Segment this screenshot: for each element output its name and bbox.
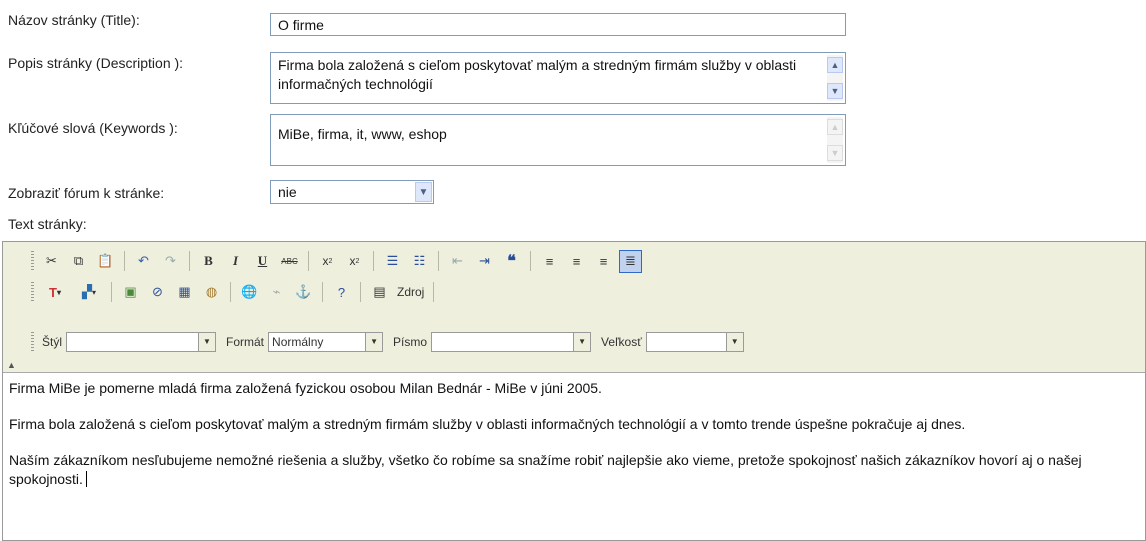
redo-icon[interactable]: ↷ xyxy=(159,250,182,273)
content-paragraph: Firma bola založená s cieľom poskytovať … xyxy=(9,416,966,432)
forum-select[interactable]: nie ▼ xyxy=(270,180,434,204)
description-scrollbar[interactable]: ▲ ▼ xyxy=(827,55,843,101)
strikethrough-icon[interactable]: ABC xyxy=(278,250,301,273)
unlink-icon[interactable]: ⌁ xyxy=(265,281,288,304)
font-combo[interactable]: Písmo ▼ xyxy=(389,332,592,352)
content-paragraph: Firma MiBe je pomerne mladá firma založe… xyxy=(9,380,602,396)
scroll-down-icon[interactable]: ▼ xyxy=(827,83,843,99)
paste-icon[interactable]: 📋 xyxy=(94,250,117,273)
toolbar-row-1: ✂ ⧉ 📋 ↶ ↷ B I U ABC x2 x2 ☰ ☷ ⇤ ⇥ ❝ ≡ ≡ … xyxy=(29,247,644,275)
description-label: Popis stránky (Description ): xyxy=(8,55,184,71)
link-icon[interactable]: 🌐 xyxy=(238,281,261,304)
outdent-icon[interactable]: ⇤ xyxy=(446,250,469,273)
style-select[interactable]: ▼ xyxy=(66,332,217,352)
cut-icon[interactable]: ✂ xyxy=(40,250,63,273)
rich-text-editor: ▲ ✂ ⧉ 📋 ↶ ↷ B I U ABC x2 x2 ☰ ☷ ⇤ ⇥ ❝ ≡ … xyxy=(2,241,1146,541)
format-label: Formát xyxy=(226,335,265,349)
format-combo[interactable]: Formát Normálny ▼ xyxy=(222,332,384,352)
toolbar-grip xyxy=(31,251,34,271)
font-label: Písmo xyxy=(393,335,428,349)
keywords-label: Kľúčové slová (Keywords ): xyxy=(8,120,178,136)
toolbar-separator xyxy=(530,251,531,271)
align-center-icon[interactable]: ≡ xyxy=(565,250,588,273)
keywords-scrollbar[interactable]: ▲ ▼ xyxy=(827,117,843,163)
toolbar-separator xyxy=(373,251,374,271)
text-label: Text stránky: xyxy=(8,216,87,232)
content-paragraph: Naším zákazníkom nesľubujeme nemožné rie… xyxy=(9,451,1139,489)
background-color-icon[interactable]: ▞ ▾ xyxy=(74,281,104,304)
toolbar-separator xyxy=(322,282,323,302)
toolbar-separator xyxy=(230,282,231,302)
size-combo[interactable]: Veľkosť ▼ xyxy=(597,332,744,352)
align-right-icon[interactable]: ≡ xyxy=(592,250,615,273)
scroll-up-icon: ▲ xyxy=(827,119,843,135)
text-color-icon[interactable]: T ▾ xyxy=(40,281,70,304)
format-select-value: Normálny xyxy=(272,335,324,349)
bold-icon[interactable]: B xyxy=(197,250,220,273)
toolbar-row-3: Štýl ▼ Formát Normálny ▼ Písmo ▼ Veľkosť… xyxy=(29,328,750,356)
toolbar-separator xyxy=(360,282,361,302)
anchor-icon[interactable]: ⚓ xyxy=(292,281,315,304)
content-paragraph-text: Naším zákazníkom nesľubujeme nemožné rie… xyxy=(9,452,1082,487)
format-select[interactable]: Normálny ▼ xyxy=(268,332,384,352)
style-combo[interactable]: Štýl ▼ xyxy=(38,332,217,352)
editor-content[interactable]: Firma MiBe je pomerne mladá firma založe… xyxy=(3,373,1145,540)
size-label: Veľkosť xyxy=(601,335,642,349)
toolbar-separator xyxy=(189,251,190,271)
chevron-down-icon[interactable]: ▼ xyxy=(198,333,216,351)
chevron-down-icon[interactable]: ▼ xyxy=(415,182,432,202)
table-icon[interactable]: ▦ xyxy=(173,281,196,304)
text-cursor xyxy=(85,471,87,487)
description-textarea[interactable]: Firma bola založená s cieľom poskytovať … xyxy=(270,52,846,104)
editor-toolbar: ▲ ✂ ⧉ 📋 ↶ ↷ B I U ABC x2 x2 ☰ ☷ ⇤ ⇥ ❝ ≡ … xyxy=(3,242,1145,373)
description-textarea-value: Firma bola založená s cieľom poskytovať … xyxy=(278,57,797,92)
flash-icon[interactable]: ⊘ xyxy=(146,281,169,304)
title-input[interactable]: O firme xyxy=(270,13,846,36)
underline-icon[interactable]: U xyxy=(251,250,274,273)
scroll-up-icon[interactable]: ▲ xyxy=(827,57,843,73)
toolbar-grip xyxy=(31,332,34,352)
bulleted-list-icon[interactable]: ☷ xyxy=(408,250,431,273)
source-button[interactable]: Zdroj xyxy=(397,285,424,299)
keywords-textarea-value: MiBe, firma, it, www, eshop xyxy=(278,126,447,142)
chevron-down-icon[interactable]: ▼ xyxy=(725,333,743,351)
align-left-icon[interactable]: ≡ xyxy=(538,250,561,273)
copy-icon[interactable]: ⧉ xyxy=(67,250,90,273)
toolbar-row-2: T ▾ ▞ ▾ ▣ ⊘ ▦ ◍ 🌐 ⌁ ⚓ ? ▤ Zdroj xyxy=(29,278,439,306)
justify-icon[interactable]: ≣ xyxy=(619,249,642,273)
toolbar-separator xyxy=(438,251,439,271)
size-select[interactable]: ▼ xyxy=(645,332,744,352)
indent-icon[interactable]: ⇥ xyxy=(473,250,496,273)
scroll-down-icon: ▼ xyxy=(827,145,843,161)
forum-label: Zobraziť fórum k stránke: xyxy=(8,185,165,201)
keywords-textarea[interactable]: MiBe, firma, it, www, eshop ▲ ▼ xyxy=(270,114,846,166)
toolbar-separator xyxy=(111,282,112,302)
numbered-list-icon[interactable]: ☰ xyxy=(381,250,404,273)
italic-icon[interactable]: I xyxy=(224,250,247,273)
style-label: Štýl xyxy=(42,335,63,349)
smiley-icon[interactable]: ◍ xyxy=(200,281,223,304)
title-input-value: O firme xyxy=(278,17,324,33)
toolbar-separator xyxy=(308,251,309,271)
collapse-toolbar-icon[interactable]: ▲ xyxy=(7,360,16,370)
blockquote-icon[interactable]: ❝ xyxy=(500,250,523,273)
forum-select-value: nie xyxy=(278,184,297,200)
subscript-icon[interactable]: x2 xyxy=(316,250,339,273)
toolbar-separator xyxy=(433,282,435,302)
toolbar-grip xyxy=(31,282,34,302)
superscript-icon[interactable]: x2 xyxy=(343,250,366,273)
help-icon[interactable]: ? xyxy=(330,281,353,304)
chevron-down-icon[interactable]: ▼ xyxy=(573,333,591,351)
title-label: Názov stránky (Title): xyxy=(8,12,140,28)
image-icon[interactable]: ▣ xyxy=(119,281,142,304)
undo-icon[interactable]: ↶ xyxy=(132,250,155,273)
toolbar-separator xyxy=(124,251,125,271)
source-icon[interactable]: ▤ xyxy=(368,281,391,304)
chevron-down-icon[interactable]: ▼ xyxy=(365,333,383,351)
font-select[interactable]: ▼ xyxy=(431,332,592,352)
